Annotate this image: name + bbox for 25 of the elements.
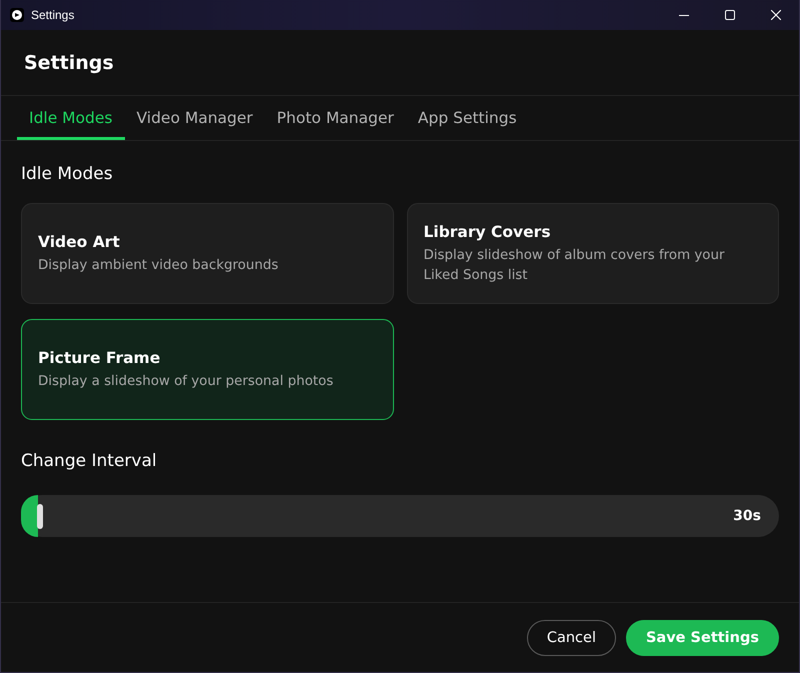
app-icon [10,8,24,22]
mode-card[interactable]: Video Art Display ambient video backgrounds [21,203,394,304]
mode-card[interactable]: Library Covers Display slideshow of album covers from your Liked Songs list [406,203,779,304]
window-title: Settings [31,8,74,22]
section-heading: Idle Modes [21,163,113,185]
card-title: Video Art [38,232,120,252]
section-heading: Change Interval [21,450,157,472]
minimize-icon [679,14,689,16]
slider-track[interactable]: 30s [21,495,779,537]
cancel-button[interactable]: Cancel [526,620,616,656]
card-description: Display ambient video backgrounds [38,256,278,274]
tab[interactable]: Video Manager [124,96,265,140]
card-title: Library Covers [424,222,551,242]
card-description: Display a slideshow of your personal photos [38,372,334,390]
tab[interactable]: App Settings [406,96,529,140]
card-description: Display slideshow of album covers from your Liked Songs list [424,246,726,284]
slider-thumb[interactable] [37,504,43,529]
maximize-icon [725,10,735,20]
page-title: Settings [24,52,114,74]
card-title: Picture Frame [38,348,160,368]
close-icon [771,10,781,20]
tab[interactable]: Idle Modes [17,96,124,140]
slider-value: 30s [733,508,761,524]
mode-card[interactable]: Picture Frame Display a slideshow of your personal photos [21,319,394,420]
tab[interactable]: Photo Manager [264,96,406,140]
